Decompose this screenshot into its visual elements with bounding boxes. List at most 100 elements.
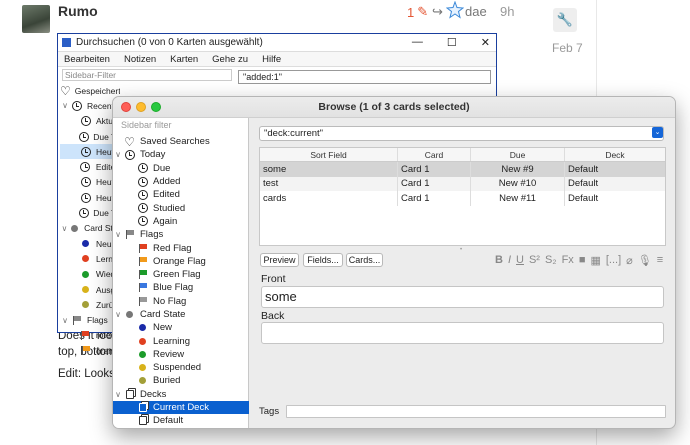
sidebar-item-due[interactable]: Due (113, 162, 249, 175)
text-color-icon[interactable]: ■ (579, 254, 586, 267)
sidebar-item-orange-flag[interactable]: Orange Flag (113, 255, 249, 268)
sidebar-item-learning[interactable]: Learning (113, 334, 249, 347)
post-time[interactable]: 9h (500, 4, 514, 19)
chevron-down-icon[interactable]: ∨ (60, 101, 70, 110)
highlight-color-icon[interactable]: ▦ (590, 254, 600, 267)
sidebar-item-card-state[interactable]: ∨ Card State (113, 308, 249, 321)
sidebar-item-ausge[interactable]: Ausge (60, 282, 120, 297)
timeline-date[interactable]: Feb 7 (552, 41, 583, 55)
user-avatar[interactable] (22, 5, 50, 33)
search-history-dropdown[interactable]: ⌄ (652, 127, 663, 138)
sidebar-item-again[interactable]: Again (113, 215, 249, 228)
sidebar-item-heute[interactable]: Heute (60, 190, 120, 205)
chevron-down-icon[interactable]: ∨ (113, 230, 123, 239)
minimize-icon[interactable]: — (412, 36, 423, 49)
back-field[interactable] (261, 322, 664, 344)
underline-icon[interactable]: U (516, 254, 524, 267)
zoom-window-button[interactable] (151, 102, 161, 112)
sidebar-item-suspended[interactable]: Suspended (113, 361, 249, 374)
bold-icon[interactable]: B (495, 254, 503, 267)
clear-format-icon[interactable]: Fx (562, 254, 574, 267)
chevron-down-icon[interactable]: ∨ (60, 316, 70, 325)
sidebar-item-wiede[interactable]: Wiede (60, 267, 120, 282)
sidebar-item-blue-flag[interactable]: Blue Flag (113, 281, 249, 294)
sidebar-item-heute[interactable]: Heute (60, 175, 120, 190)
column-header-deck[interactable]: Deck (565, 148, 665, 161)
sidebar-item-heute[interactable]: Heute (60, 144, 120, 160)
table-row[interactable]: cards Card 1 New #11 Default (260, 191, 665, 206)
sidebar-item-studied[interactable]: Studied (113, 201, 249, 214)
sidebar-item-review[interactable]: Review (113, 348, 249, 361)
sidebar-item-due-to[interactable]: Due To (60, 205, 120, 220)
old-sidebar-filter[interactable]: Sidebar-Filter (62, 69, 232, 81)
menu-hilfe[interactable]: Hilfe (262, 54, 281, 65)
sidebar-filter-input[interactable]: Sidebar filter (119, 119, 245, 132)
sidebar-item-card-stat[interactable]: ∨ Card Stat (60, 221, 120, 236)
table-row[interactable]: test Card 1 New #10 Default (260, 176, 665, 191)
chevron-down-icon[interactable]: ∨ (113, 390, 123, 399)
cloze-icon[interactable]: [...] (606, 254, 621, 267)
close-icon[interactable]: ✕ (481, 36, 490, 49)
sidebar-item-edited[interactable]: Edited (113, 188, 249, 201)
chevron-down-icon[interactable]: ∨ (113, 310, 123, 319)
menu-bearbeiten[interactable]: Bearbeiten (64, 54, 110, 65)
search-input[interactable]: "deck:current" (259, 126, 664, 141)
sidebar-item-orang[interactable]: orang (60, 343, 120, 358)
table-cell: New #11 (471, 191, 565, 206)
tags-input[interactable] (286, 405, 666, 418)
column-header-due[interactable]: Due (471, 148, 565, 161)
sidebar-item-added[interactable]: Added (113, 175, 249, 188)
sidebar-item-green-flag[interactable]: Green Flag (113, 268, 249, 281)
maximize-icon[interactable]: ☐ (447, 36, 457, 49)
subscript-icon[interactable]: S₂ (545, 254, 557, 267)
superscript-icon[interactable]: S² (529, 254, 540, 267)
italic-icon[interactable]: I (508, 254, 511, 267)
reply-avatar-icon[interactable] (445, 0, 465, 24)
minimize-window-button[interactable] (136, 102, 146, 112)
sidebar-item-gespeicherte-suchen[interactable]: ♡Gespeicherte Suchen (60, 83, 120, 98)
sidebar-item-current-deck[interactable]: Current Deck (113, 400, 249, 415)
microphone-icon[interactable]: 🎙 (638, 254, 652, 267)
reply-to-user[interactable]: dae (465, 4, 487, 19)
splitter-handle[interactable]: • (460, 247, 462, 253)
sidebar-item-decks[interactable]: ∨ Decks (113, 388, 249, 401)
attachment-icon[interactable]: ⌀ (626, 254, 633, 267)
menu-karten[interactable]: Karten (170, 54, 198, 65)
sidebar-item-neu[interactable]: Neu (60, 236, 120, 251)
post-author[interactable]: Rumo (58, 3, 98, 19)
sidebar-item-due-to[interactable]: Due To (60, 129, 120, 144)
close-window-button[interactable] (121, 102, 131, 112)
fields-button[interactable]: Fields... (303, 253, 343, 267)
sidebar-item-note-types[interactable]: ∨Note Types (113, 428, 249, 429)
column-header-sort-field[interactable]: Sort Field (260, 148, 398, 161)
chevron-down-icon[interactable]: ∨ (113, 150, 123, 159)
front-field[interactable]: some (261, 286, 664, 308)
menu-notizen[interactable]: Notizen (124, 54, 156, 65)
sidebar-item-edited[interactable]: Edited (60, 159, 120, 174)
sidebar-item-lerne[interactable]: Lerne (60, 251, 120, 266)
chevron-down-icon: ⌄ (654, 129, 661, 136)
preview-button[interactable]: Preview (260, 253, 299, 267)
chevron-down-icon[interactable]: ∨ (60, 224, 69, 233)
cards-button[interactable]: Cards... (346, 253, 383, 267)
sidebar-item-no-flag[interactable]: No Flag (113, 295, 249, 308)
column-header-card[interactable]: Card (398, 148, 471, 161)
table-row[interactable]: some Card 1 New #9 Default (260, 162, 665, 177)
old-search-input[interactable]: "added:1" (238, 70, 491, 84)
menu-gehe-zu[interactable]: Gehe zu (212, 54, 248, 65)
sidebar-item-default[interactable]: Default (113, 414, 249, 427)
sidebar-item-today[interactable]: ∨ Today (113, 148, 249, 161)
sidebar-item-recent[interactable]: ∨ Recent (60, 98, 120, 113)
admin-wrench-button[interactable]: 🔧 (553, 8, 577, 32)
menu-icon[interactable]: ≡ (657, 254, 663, 267)
sidebar-item-aktue[interactable]: Aktue (60, 114, 120, 129)
sidebar-item-flags[interactable]: ∨ Flags (60, 312, 120, 327)
sidebar-item-new[interactable]: New (113, 321, 249, 334)
sidebar-item-rote-m[interactable]: rote M (60, 328, 120, 343)
sidebar-item-zurüc[interactable]: Zurüc (60, 297, 120, 312)
edit-history-button[interactable]: 1 ✎ (407, 4, 428, 20)
sidebar-item-saved-searches[interactable]: ♡ Saved Searches (113, 135, 249, 149)
sidebar-item-flags[interactable]: ∨ Flags (113, 228, 249, 241)
sidebar-item-red-flag[interactable]: Red Flag (113, 241, 249, 254)
sidebar-item-buried[interactable]: Buried (113, 374, 249, 387)
